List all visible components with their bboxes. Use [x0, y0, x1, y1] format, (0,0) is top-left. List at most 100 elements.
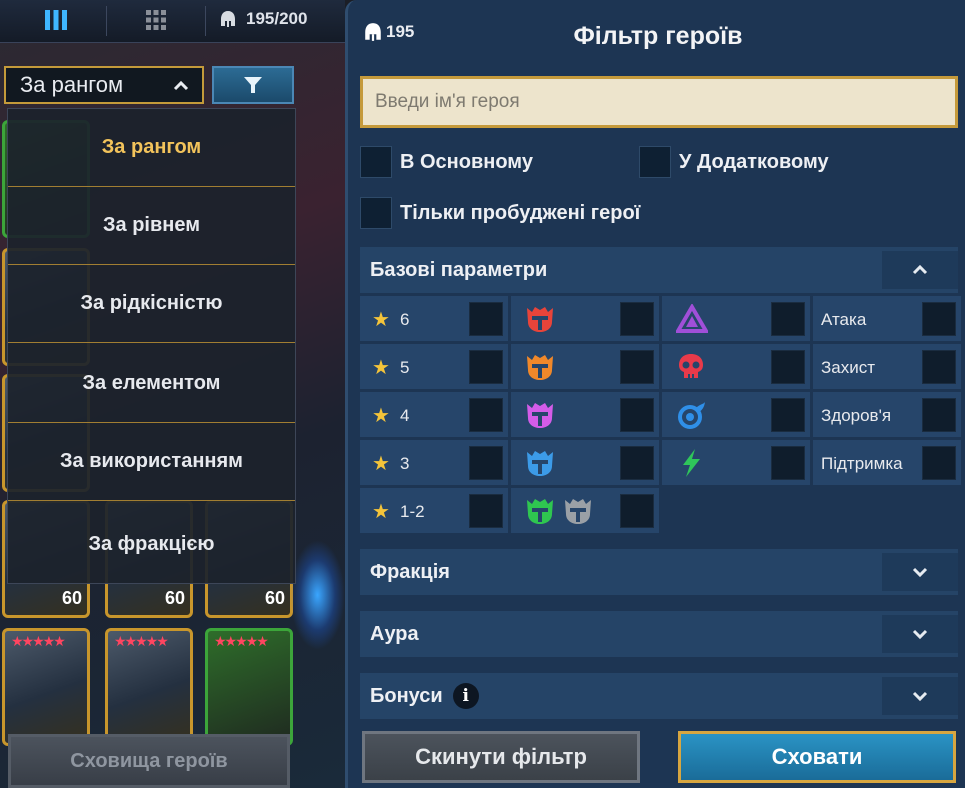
star-icon: ★ — [372, 453, 390, 475]
divider — [205, 6, 206, 36]
section-aura[interactable]: Аура — [360, 611, 958, 657]
hero-level: 60 — [264, 588, 285, 608]
hero-card[interactable]: ★★★★★ — [2, 628, 90, 746]
sort-option[interactable]: За рівнем — [8, 187, 295, 265]
affinity-filter-magic[interactable] — [662, 296, 810, 341]
hero-card[interactable]: ★★★★★ — [105, 628, 193, 746]
hero-level: 60 — [164, 588, 185, 608]
hero-name-search-input[interactable] — [360, 76, 958, 128]
checkbox-box[interactable] — [771, 350, 805, 384]
star-icon: ★ — [372, 357, 390, 379]
hero-list-area: 195/200 60 60 60 ★★★★★ ★★★★★ ★★★★★ За ра… — [0, 0, 345, 788]
checkbox-box[interactable] — [620, 398, 654, 432]
list-view-icon[interactable] — [40, 4, 72, 36]
star-icon: ★ — [372, 501, 390, 523]
affinity-filter-force[interactable] — [662, 344, 810, 389]
checkbox-box[interactable] — [469, 494, 503, 528]
section-bonuses[interactable]: Бонуси i — [360, 673, 958, 719]
checkbox-awakened-label: Тільки пробуджені герої — [400, 201, 641, 224]
checkbox-box[interactable] — [469, 302, 503, 336]
rank-label: 3 — [400, 454, 410, 473]
skull-icon — [679, 354, 703, 378]
checkbox-box[interactable] — [620, 494, 654, 528]
panel-header: 195 Фільтр героїв — [348, 0, 965, 76]
rank-filter-1-2[interactable]: ★ 1-2 — [360, 488, 508, 533]
rank-label: 4 — [400, 406, 410, 425]
section-toggle[interactable] — [882, 553, 958, 591]
checkbox-box[interactable] — [620, 446, 654, 480]
checkbox-main[interactable]: В Основному — [360, 146, 533, 178]
role-filter-defense[interactable]: Захист — [813, 344, 961, 389]
sort-option[interactable]: За фракцією — [8, 505, 295, 583]
hero-vault-button[interactable]: Сховища героїв — [8, 734, 290, 788]
orange-helmet-icon — [527, 355, 553, 380]
checkbox-box[interactable] — [360, 146, 392, 178]
sort-option[interactable]: За використанням — [8, 423, 295, 501]
sort-option[interactable]: За елементом — [8, 345, 295, 423]
checkbox-box[interactable] — [771, 446, 805, 480]
role-label: Підтримка — [821, 454, 903, 473]
section-aura-label: Аура — [370, 622, 419, 645]
section-faction[interactable]: Фракція — [360, 549, 958, 595]
info-icon[interactable]: i — [452, 683, 479, 709]
funnel-icon — [244, 77, 262, 93]
rarity-filter-uncommon-common[interactable] — [511, 488, 659, 533]
checkbox-box[interactable] — [922, 350, 956, 384]
affinity-filter-spirit[interactable] — [662, 392, 810, 437]
checkbox-box[interactable] — [360, 197, 392, 229]
section-bonuses-label-wrap: Бонуси i — [360, 683, 479, 709]
star-icon: ★ — [372, 309, 390, 331]
rank-filter-4[interactable]: ★ 4 — [360, 392, 508, 437]
role-label: Захист — [821, 358, 876, 377]
checkbox-box[interactable] — [620, 302, 654, 336]
sort-select[interactable]: За рангом — [4, 66, 204, 104]
section-base-params[interactable]: Базові параметри — [360, 247, 958, 293]
rank-filter-6[interactable]: ★ 6 — [360, 296, 508, 341]
star-rating-icon: ★★★★★ — [114, 633, 169, 649]
section-base-params-label: Базові параметри — [370, 258, 548, 281]
sort-option[interactable]: За рангом — [8, 109, 295, 187]
chevron-up-icon — [173, 80, 189, 91]
rank-filter-3[interactable]: ★ 3 — [360, 440, 508, 485]
checkbox-box[interactable] — [469, 350, 503, 384]
chevron-down-icon — [912, 691, 928, 702]
hide-button[interactable]: Сховати — [678, 731, 956, 783]
checkbox-box[interactable] — [639, 146, 671, 178]
rarity-filter-legendary[interactable] — [511, 296, 659, 341]
checkbox-box[interactable] — [771, 398, 805, 432]
legendary-helmet-icon — [527, 307, 553, 332]
role-filter-attack[interactable]: Атака — [813, 296, 961, 341]
magic-triangle-icon — [676, 304, 708, 333]
rarity-filter-epic[interactable] — [511, 392, 659, 437]
checkbox-box[interactable] — [922, 446, 956, 480]
checkbox-box[interactable] — [469, 398, 503, 432]
star-rating-icon: ★★★★★ — [214, 633, 269, 649]
role-filter-hp[interactable]: Здоров'я — [813, 392, 961, 437]
checkbox-awakened[interactable]: Тільки пробуджені герої — [360, 197, 640, 229]
rank-filter-5[interactable]: ★ 5 — [360, 344, 508, 389]
panel-title: Фільтр героїв — [573, 22, 743, 50]
checkbox-box[interactable] — [922, 398, 956, 432]
section-toggle[interactable] — [882, 677, 958, 715]
section-toggle[interactable] — [882, 615, 958, 653]
helmet-icon — [221, 11, 235, 27]
sort-option[interactable]: За рідкісністю — [8, 265, 295, 343]
filter-button[interactable] — [212, 66, 294, 104]
rarity-filter-rare[interactable] — [511, 440, 659, 485]
section-toggle[interactable] — [882, 251, 958, 289]
role-filter-support[interactable]: Підтримка — [813, 440, 961, 485]
reset-filter-button[interactable]: Скинути фільтр — [362, 731, 640, 783]
spirit-swirl-icon — [678, 402, 705, 429]
affinity-filter-void[interactable] — [662, 440, 810, 485]
hero-card[interactable]: ★★★★★ — [205, 628, 293, 746]
rarity-filter-epic-orange[interactable] — [511, 344, 659, 389]
checkbox-box[interactable] — [469, 446, 503, 480]
checkbox-extra[interactable]: У Додатковому — [639, 146, 829, 178]
grid-view-icon[interactable] — [140, 4, 172, 36]
rank-label: 6 — [400, 310, 410, 329]
hero-filter-panel: 195 Фільтр героїв В Основному У Додатков… — [345, 0, 965, 788]
checkbox-box[interactable] — [922, 302, 956, 336]
uncommon-helmet-icon — [527, 499, 553, 524]
checkbox-box[interactable] — [620, 350, 654, 384]
checkbox-box[interactable] — [771, 302, 805, 336]
